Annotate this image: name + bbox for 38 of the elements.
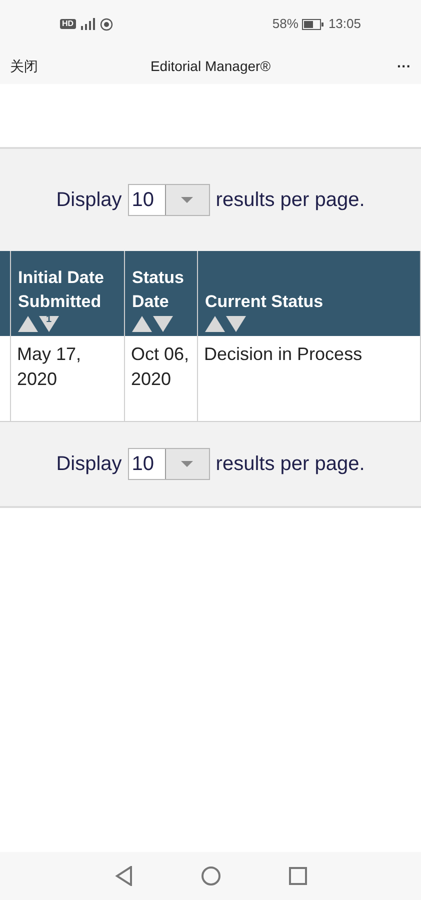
page-size-value: 10 xyxy=(130,188,156,213)
hd-badge: HD xyxy=(60,19,76,29)
column-label: Status Date xyxy=(132,267,185,313)
battery-percent: 58% xyxy=(272,15,298,34)
column-header[interactable]: Current Status xyxy=(198,251,421,336)
results-label: results per page. xyxy=(216,188,365,213)
signal-icon xyxy=(78,18,97,30)
select-arrow-button[interactable] xyxy=(164,185,209,215)
table-cell: Decision in Process xyxy=(204,344,362,364)
sync-icon xyxy=(100,18,113,30)
results-label: results per page. xyxy=(216,452,365,477)
sort-up-icon[interactable] xyxy=(132,316,152,332)
table-cell: May 17, 2020 xyxy=(17,344,82,389)
more-button[interactable]: ··· xyxy=(351,56,411,76)
display-label: Display xyxy=(56,188,122,213)
page-size-select[interactable]: 10 xyxy=(128,448,210,480)
battery-icon xyxy=(302,18,324,30)
column-header[interactable]: Status Date xyxy=(125,251,198,336)
sort-down-icon[interactable] xyxy=(39,316,59,332)
caret-icon xyxy=(181,197,194,203)
window-title: Editorial Manager® xyxy=(149,56,272,76)
page-size-select[interactable]: 10 xyxy=(128,184,210,216)
home-icon[interactable] xyxy=(200,866,220,886)
display-label: Display xyxy=(56,452,122,477)
caret-icon xyxy=(181,461,194,467)
column-label: Current Status xyxy=(205,291,324,313)
sort-down-icon[interactable] xyxy=(153,316,173,332)
page-size-value: 10 xyxy=(130,452,156,477)
column-label: Initial Date Submitted xyxy=(18,267,105,313)
table-cell: Oct 06, 2020 xyxy=(131,344,190,389)
sort-down-icon[interactable] xyxy=(226,316,246,332)
sort-up-icon[interactable] xyxy=(205,316,225,332)
recent-apps-icon[interactable] xyxy=(288,867,306,885)
clock-time: 13:05 xyxy=(328,15,361,34)
back-icon[interactable] xyxy=(114,866,132,886)
select-arrow-button[interactable] xyxy=(164,449,209,479)
sort-up-icon[interactable] xyxy=(18,316,38,332)
close-button[interactable]: 关闭 xyxy=(10,56,70,76)
